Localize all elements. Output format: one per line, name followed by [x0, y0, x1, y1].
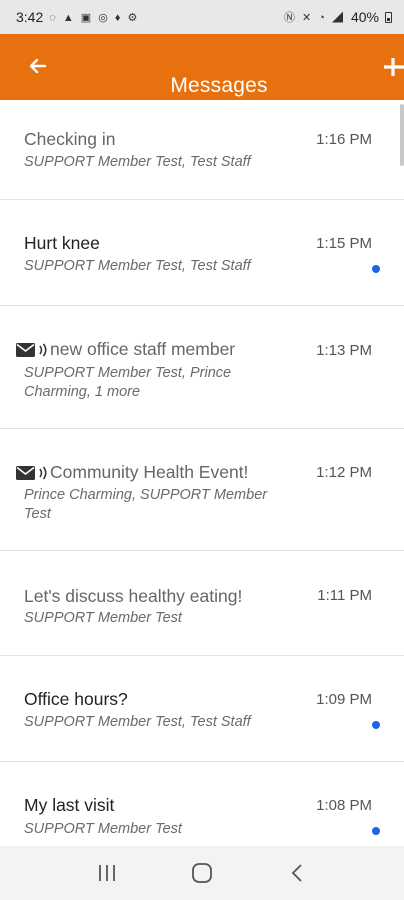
- message-row[interactable]: new office staff member SUPPORT Member T…: [0, 306, 404, 429]
- home-button[interactable]: [182, 853, 222, 893]
- page-title: Messages: [170, 74, 268, 97]
- app-bar: Messages: [0, 34, 404, 100]
- message-row[interactable]: Let's discuss healthy eating! SUPPORT Me…: [0, 551, 404, 656]
- message-time: 1:15 PM: [316, 235, 372, 252]
- message-time: 1:16 PM: [316, 131, 372, 148]
- nav-back-button[interactable]: [277, 853, 317, 893]
- message-time: 1:08 PM: [316, 797, 372, 814]
- message-participants: SUPPORT Member Test, Prince Charming, 1 …: [24, 365, 232, 400]
- message-time: 1:13 PM: [316, 342, 372, 359]
- message-participants: Prince Charming, SUPPORT Member Test: [24, 487, 268, 522]
- message-subject-line: new office staff member: [16, 339, 236, 360]
- plus-icon: [384, 58, 404, 76]
- message-list[interactable]: Checking in SUPPORT Member Test, Test St…: [0, 100, 404, 846]
- unread-dot: [372, 265, 380, 273]
- battery-icon: [385, 11, 392, 23]
- message-subject: Hurt knee: [24, 233, 100, 253]
- sound-wave-icon: [39, 343, 47, 356]
- message-subject: Let's discuss healthy eating!: [24, 586, 243, 606]
- back-chevron-icon: [291, 864, 302, 882]
- message-row[interactable]: Checking in SUPPORT Member Test, Test St…: [0, 100, 404, 200]
- message-time: 1:11 PM: [317, 587, 372, 604]
- message-subject-line: Community Health Event!: [16, 462, 249, 483]
- message-time: 1:12 PM: [316, 464, 372, 481]
- system-nav-bar: [0, 846, 404, 900]
- message-row[interactable]: Office hours? SUPPORT Member Test, Test …: [0, 656, 404, 762]
- message-participants: SUPPORT Member Test: [24, 610, 182, 626]
- message-time: 1:09 PM: [316, 691, 372, 708]
- home-icon: [192, 863, 212, 883]
- sound-wave-icon: [39, 466, 47, 479]
- battery-percent: 40%: [350, 9, 379, 25]
- message-subject: My last visit: [24, 795, 115, 815]
- notification-icons: ◌ ▲ ▣ ◎ ♦ ⚙: [49, 11, 140, 24]
- status-bar: 3:42 ◌ ▲ ▣ ◎ ♦ ⚙ Ⓝ ✕ ◔ ◢ 40%: [0, 0, 404, 34]
- message-row[interactable]: My last visit SUPPORT Member Test 1:08 P…: [0, 762, 404, 846]
- new-message-button[interactable]: [382, 54, 404, 80]
- recent-apps-icon: [99, 865, 116, 881]
- message-subject: Community Health Event!: [50, 462, 249, 482]
- message-participants: SUPPORT Member Test, Test Staff: [24, 714, 251, 730]
- message-subject: Checking in: [24, 129, 116, 149]
- envelope-icon: [16, 342, 35, 357]
- unread-dot: [372, 721, 380, 729]
- envelope-icon: [16, 465, 35, 480]
- message-row[interactable]: Hurt knee SUPPORT Member Test, Test Staf…: [0, 200, 404, 306]
- status-left: 3:42 ◌ ▲ ▣ ◎ ♦ ⚙: [16, 9, 139, 25]
- scrollbar-thumb[interactable]: [400, 104, 404, 166]
- status-right: Ⓝ ✕ ◔ ◢ 40%: [284, 9, 392, 25]
- message-type-icons: [16, 342, 48, 358]
- recent-apps-button[interactable]: [87, 853, 127, 893]
- message-participants: SUPPORT Member Test, Test Staff: [24, 154, 251, 170]
- message-subject: new office staff member: [50, 339, 236, 359]
- message-row[interactable]: Community Health Event! Prince Charming,…: [0, 429, 404, 551]
- unread-dot: [372, 827, 380, 835]
- message-participants: SUPPORT Member Test: [24, 821, 182, 837]
- system-icons: Ⓝ ✕ ◔ ◢: [283, 12, 345, 24]
- message-participants: SUPPORT Member Test, Test Staff: [24, 258, 251, 274]
- message-subject: Office hours?: [24, 689, 128, 709]
- status-time: 3:42: [16, 9, 44, 25]
- message-type-icons: [16, 465, 48, 481]
